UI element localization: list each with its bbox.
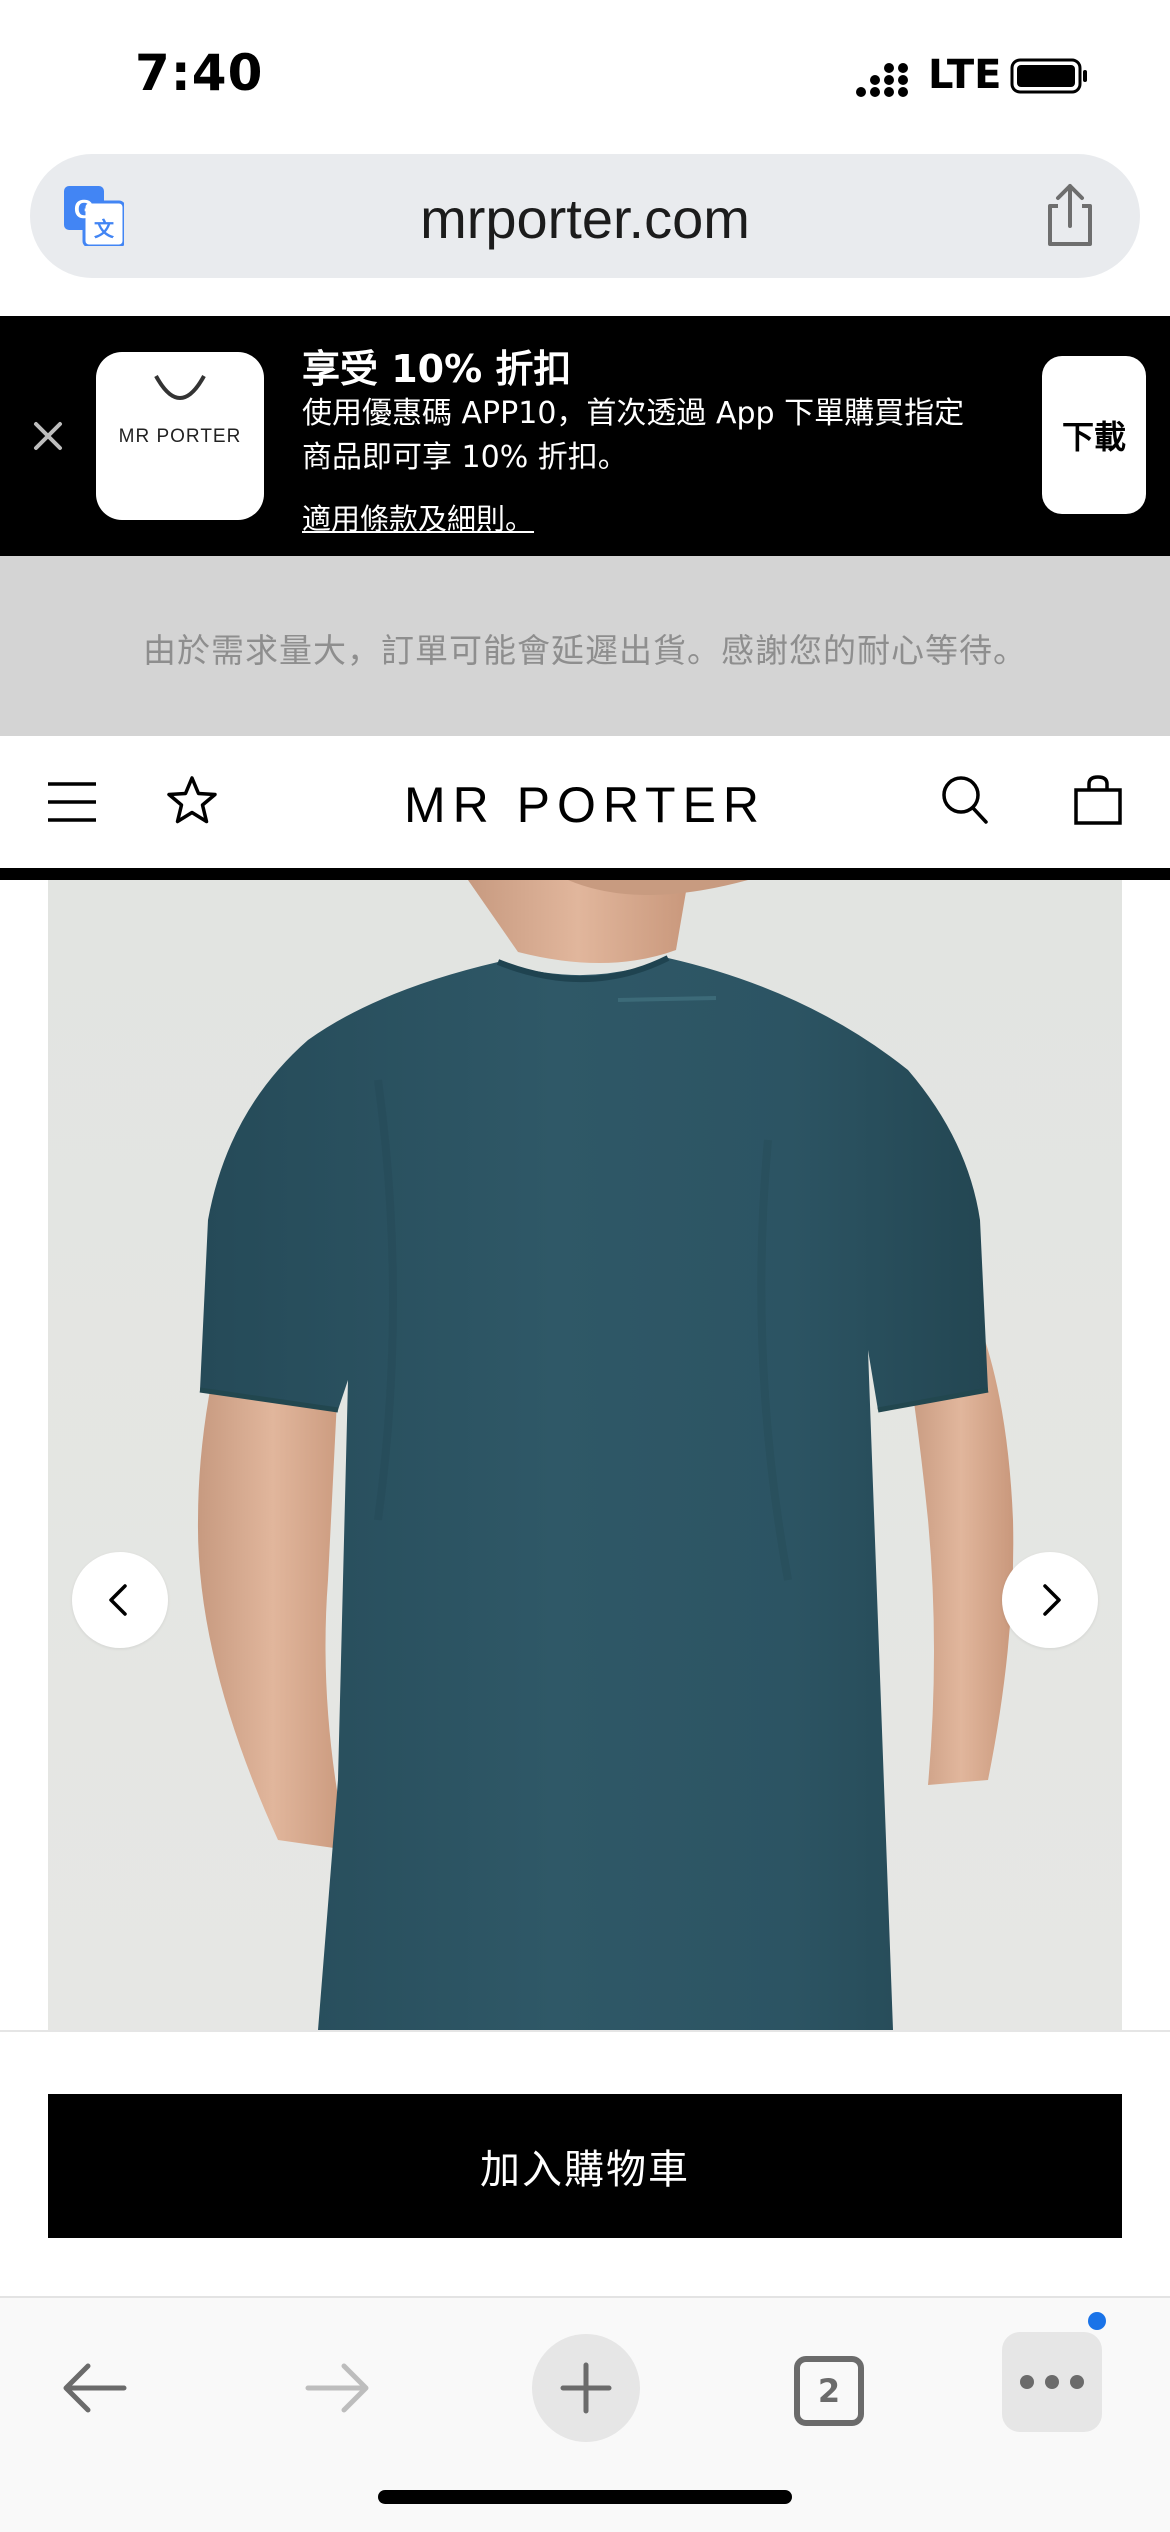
more-dots-icon [1020,2375,1084,2389]
shopping-bag-handle-icon [154,375,206,400]
promo-body: 使用優惠碼 APP10，首次透過 App 下單購買指定商品即可享 10% 折扣。 [302,396,965,475]
header-divider [0,868,1170,880]
shipping-notice: 由於需求量大，訂單可能會延遲出貨。感謝您的耐心等待。 [0,556,1170,736]
share-icon[interactable] [1040,182,1100,248]
more-options-button[interactable] [1002,2332,1102,2432]
terms-link[interactable]: 適用條款及細則。 [302,496,534,538]
app-promo-banner: MR PORTER 享受 10% 折扣 使用優惠碼 APP10，首次透過 App… [0,316,1170,556]
new-tab-button[interactable] [532,2334,640,2442]
notification-dot [1088,2312,1106,2330]
back-arrow-icon[interactable] [58,2358,130,2418]
search-icon[interactable] [940,774,990,826]
tab-switcher-button[interactable]: 2 [794,2356,864,2426]
notice-text: 由於需求量大，訂單可能會延遲出貨。感謝您的耐心等待。 [143,631,1027,670]
url-text[interactable]: mrporter.com [30,186,1140,251]
site-header: MR PORTER [0,736,1170,868]
brand-logo[interactable]: MR PORTER [0,776,1170,834]
home-indicator[interactable] [378,2490,792,2504]
cellular-signal-icon [856,63,908,97]
app-icon: MR PORTER [96,352,264,520]
tshirt-photo [197,880,1014,2030]
next-image-button[interactable] [1002,1552,1098,1648]
chevron-left-icon [109,1584,127,1616]
app-icon-label: MR PORTER [118,426,242,447]
chevron-right-icon [1043,1584,1061,1616]
add-to-cart-button[interactable]: 加入購物車 [48,2094,1122,2238]
plus-icon [560,2362,612,2414]
status-time: 7:40 [135,44,264,102]
close-icon[interactable] [28,416,68,456]
network-type: LTE [928,52,1002,98]
product-image[interactable] [48,880,1122,2030]
shopping-bag-icon[interactable] [1072,774,1124,826]
download-button[interactable]: 下載 [1042,356,1146,514]
address-bar[interactable]: G 文 mrporter.com [30,154,1140,278]
battery-icon [1010,58,1087,94]
forward-arrow-icon[interactable] [302,2358,374,2418]
previous-image-button[interactable] [72,1552,168,1648]
status-bar: 7:40 LTE [0,0,1170,150]
promo-title: 享受 10% 折扣 [302,347,572,391]
